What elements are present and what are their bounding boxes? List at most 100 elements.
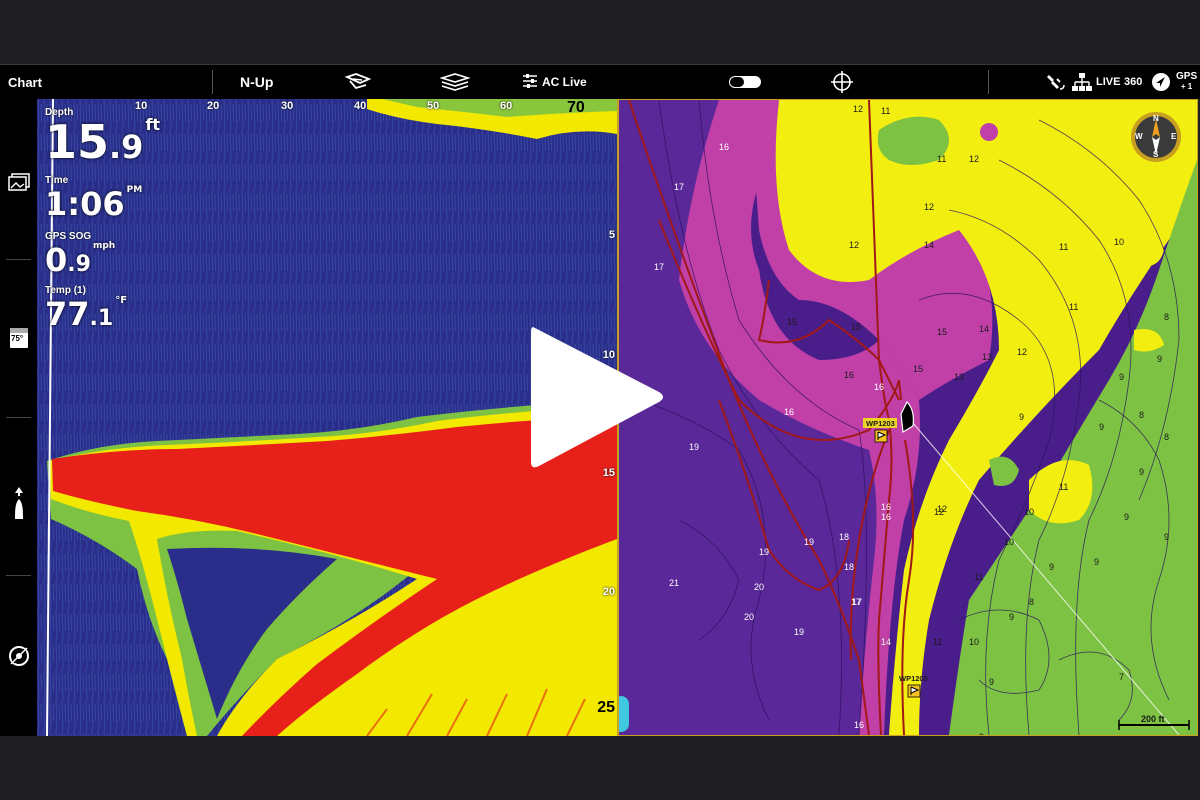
sounding-label: 16 xyxy=(874,382,884,392)
sounding-label: 16 xyxy=(784,407,794,417)
depth-scale-tick: 20 xyxy=(602,586,615,598)
depth-integer: 15 xyxy=(45,115,110,169)
compass-icon[interactable]: N E S W xyxy=(1131,112,1181,162)
depth-scale-tick: 5 xyxy=(608,229,615,241)
sounding-label: 14 xyxy=(979,324,989,334)
sounding-label: 9 xyxy=(1099,422,1104,432)
temperature-icon-label: 75° xyxy=(11,334,24,343)
depth-unit: ft xyxy=(145,115,161,134)
360-indicator[interactable]: 360 xyxy=(1124,65,1142,99)
sounding-label: 9 xyxy=(979,732,984,735)
sounding-label: 9 xyxy=(1019,412,1024,422)
sounding-label: 11 xyxy=(881,106,890,116)
sounding-label: 19 xyxy=(759,547,769,557)
sounding-label: 10 xyxy=(1024,507,1034,517)
play-icon[interactable] xyxy=(527,322,667,472)
sounding-label: 7 xyxy=(1119,672,1124,682)
chart-view-label[interactable]: Chart xyxy=(8,65,42,99)
gps-label: GPS xyxy=(1176,71,1198,82)
sounding-label: 13 xyxy=(954,372,964,382)
waypoint-label: WP1203 xyxy=(866,419,895,428)
compass-w: W xyxy=(1135,132,1143,141)
layers-icon[interactable] xyxy=(438,65,472,99)
chart-settings-icon[interactable] xyxy=(340,65,376,99)
top-toolbar: Chart N-Up AC Live LIVE 360 GPS + 1 xyxy=(0,64,1200,99)
network-icon[interactable] xyxy=(1070,65,1094,99)
sounding-label: 10 xyxy=(1004,537,1014,547)
sidebar-divider xyxy=(6,417,31,418)
temp-value: 77.1°F xyxy=(45,295,127,333)
sounding-label: 20 xyxy=(754,582,764,592)
sounding-label: 9 xyxy=(1119,372,1124,382)
range-top-label: 70 xyxy=(567,99,585,116)
sounding-label: 11 xyxy=(1069,302,1078,312)
sounding-label: 8 xyxy=(1029,597,1034,607)
temperature-icon[interactable]: 75° xyxy=(6,325,31,350)
sounding-label: 13 xyxy=(982,352,992,362)
x-scale-tick: 30 xyxy=(281,100,294,112)
map-marker-cyan xyxy=(619,696,629,732)
live-indicator[interactable]: LIVE xyxy=(1096,65,1120,99)
time-text: 1:06 xyxy=(45,185,125,223)
sounding-label: 11 xyxy=(1059,242,1068,252)
sounding-label: 19 xyxy=(689,442,699,452)
sounding-label: 10 xyxy=(1114,237,1124,247)
sounding-label: 17 xyxy=(674,182,684,192)
sounding-label: 16 xyxy=(719,142,729,152)
crosshair-icon[interactable] xyxy=(828,65,856,99)
compass-e: E xyxy=(1171,132,1177,141)
sounding-label: 16 xyxy=(881,502,891,512)
sonar-settings-icon[interactable] xyxy=(6,643,31,668)
depth-decimal: .9 xyxy=(109,128,144,166)
sounding-label: 11 xyxy=(933,637,942,647)
sounding-label: 19 xyxy=(794,627,804,637)
toolbar-divider xyxy=(988,70,989,94)
sog-integer: 0 xyxy=(45,241,68,279)
video-top-band xyxy=(0,0,1200,63)
sounding-label: 9 xyxy=(989,677,994,687)
sounding-label: 12 xyxy=(924,202,934,212)
x-scale-tick: 20 xyxy=(207,100,220,112)
boat-icon[interactable] xyxy=(6,487,31,521)
gps-icon[interactable]: GPS + 1 xyxy=(1176,65,1197,99)
sounding-label: 11 xyxy=(974,572,983,582)
sounding-label: 11 xyxy=(1059,482,1068,492)
sounding-label: 15 xyxy=(913,364,923,374)
sounding-label: 14 xyxy=(924,240,934,250)
sounding-label: 9 xyxy=(1139,467,1144,477)
time-suffix: PM xyxy=(126,185,143,195)
ac-live-icon xyxy=(522,73,538,92)
sounding-label: 17 xyxy=(851,597,861,607)
toolbar-divider xyxy=(212,70,213,94)
ac-live-button[interactable]: AC Live xyxy=(522,65,587,99)
sounding-label: 8 xyxy=(1164,312,1169,322)
x-scale-tick: 40 xyxy=(354,100,367,112)
sounding-label: 18 xyxy=(839,532,849,542)
chart-view[interactable]: 12 11 12 11 12 12 11 14 15 15 16 15 15 1… xyxy=(618,99,1198,736)
waypoint-label: WP1205 xyxy=(899,674,928,683)
orientation-button[interactable]: N-Up xyxy=(240,65,273,99)
sounding-label: 10 xyxy=(969,637,979,647)
sounding-label: 15 xyxy=(787,317,797,327)
chart-map: 12 11 12 11 12 12 11 14 15 15 16 15 15 1… xyxy=(619,100,1197,735)
time-value: 1:06 PM xyxy=(45,185,142,223)
range-bottom-label: 25 xyxy=(597,699,615,716)
left-sidebar: 75° xyxy=(0,99,37,736)
sounding-label: 16 xyxy=(881,512,891,522)
sog-decimal: .9 xyxy=(67,252,91,277)
sounding-label: 12 xyxy=(937,504,947,514)
satellite-icon[interactable] xyxy=(1044,65,1068,99)
sounding-label: 12 xyxy=(849,240,859,250)
sonar-toggle-icon[interactable] xyxy=(727,65,763,99)
sounding-label: 18 xyxy=(844,562,854,572)
sounding-label: 12 xyxy=(969,154,979,164)
sounding-label: 9 xyxy=(1094,557,1099,567)
x-scale-tick: 50 xyxy=(427,100,440,112)
sounding-label: 8 xyxy=(1164,432,1169,442)
sounding-label: 9 xyxy=(1124,512,1129,522)
temp-decimal: .1 xyxy=(89,306,114,331)
navigate-icon[interactable] xyxy=(1150,65,1172,99)
scale-label: 200 ft xyxy=(1141,714,1165,724)
sounding-label: 19 xyxy=(804,537,814,547)
photo-icon[interactable] xyxy=(6,169,31,194)
